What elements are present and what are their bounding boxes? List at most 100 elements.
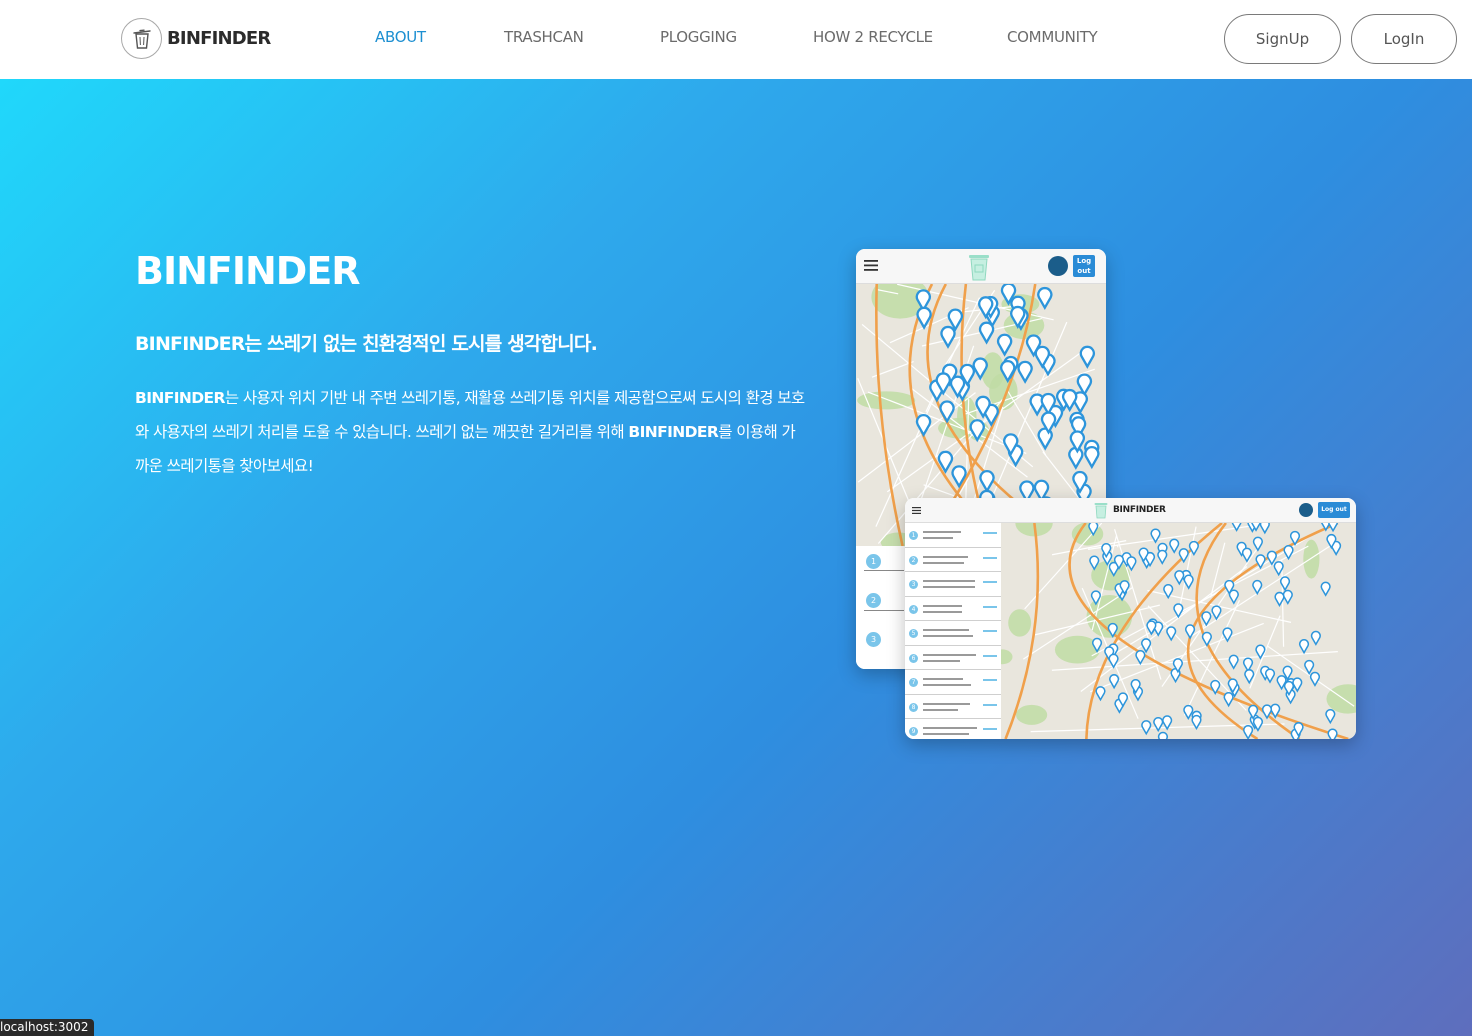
desc-brand-2: BINFINDER: [628, 423, 719, 441]
hero-subtitle-brand: BINFINDER: [135, 333, 245, 355]
map-park-area: [1303, 539, 1320, 579]
list-distance: [983, 728, 997, 730]
map-pin-icon: [1169, 538, 1180, 554]
trash-bin-logo-icon: [969, 255, 989, 281]
nav-trashcan[interactable]: TRASHCAN: [504, 28, 584, 46]
logo[interactable]: BINFINDER: [121, 18, 271, 59]
nav-how2recycle[interactable]: HOW 2 RECYCLE: [813, 28, 933, 46]
list-text-line: [923, 586, 975, 588]
hero-title: BINFINDER: [135, 249, 361, 293]
desktop-list-num: 3: [909, 580, 918, 589]
map-pin-icon: [1325, 709, 1336, 725]
map-pin-icon: [1282, 589, 1293, 605]
list-distance: [983, 679, 997, 681]
map-pin-icon: [1037, 286, 1053, 311]
mobile-list-num-2: 2: [866, 593, 881, 608]
desktop-result-list: 1 2 3 4 5 6 7 8 9: [905, 523, 1001, 739]
login-button[interactable]: LogIn: [1351, 14, 1457, 64]
desktop-app-bar: BINFINDER Log out: [905, 498, 1356, 523]
list-distance: [983, 630, 997, 632]
desktop-list-num: 2: [909, 555, 918, 565]
map-park-area: [1008, 609, 1032, 637]
map-pin-icon: [1228, 654, 1239, 670]
map-pin-icon: [1228, 589, 1239, 605]
list-text-line: [923, 659, 960, 662]
map-pin-icon: [1157, 731, 1168, 739]
map-minor-road: [1110, 526, 1326, 657]
map-pin-icon: [1173, 603, 1184, 619]
map-pin-icon: [916, 306, 932, 330]
map-pin-icon: [1135, 650, 1146, 666]
list-text-line: [923, 555, 968, 558]
status-url-tooltip: localhost:3002: [0, 1019, 95, 1036]
desktop-list-item: 6: [905, 646, 1001, 670]
list-distance: [983, 532, 997, 534]
map-pin-icon: [1283, 545, 1294, 561]
map-pin-icon: [1095, 686, 1106, 702]
list-distance: [983, 605, 997, 608]
map-pin-icon: [1244, 669, 1255, 685]
map-pin-icon: [1109, 674, 1120, 690]
desktop-map: [1001, 523, 1356, 739]
map-park-area: [1001, 649, 1013, 665]
desktop-list-item: 8: [905, 695, 1001, 719]
desktop-list-item: 1: [905, 523, 1001, 548]
map-pin-icon: [1243, 725, 1254, 739]
map-pin-icon: [1304, 659, 1315, 675]
desktop-list-item: 9: [905, 719, 1001, 739]
map-pin-icon: [1320, 581, 1331, 597]
map-pin-icon: [1255, 554, 1266, 570]
desktop-list-num: 9: [909, 727, 918, 736]
desktop-list-num: 8: [909, 702, 918, 712]
map-pin-icon: [1310, 630, 1321, 646]
nav-community[interactable]: COMMUNITY: [1007, 28, 1098, 46]
map-major-road: [875, 284, 904, 546]
user-avatar-icon: [1299, 503, 1313, 517]
desktop-logout-button: Log out: [1318, 502, 1350, 518]
list-text-line: [923, 678, 963, 680]
map-pin-icon: [1292, 677, 1303, 693]
user-avatar-icon: [1048, 256, 1068, 276]
desktop-app-screenshot: BINFINDER Log out 1 2 3 4 5 6 7 8 9: [905, 498, 1356, 739]
mobile-logout-button: Log out: [1073, 255, 1095, 277]
top-nav-bar: BINFINDER ABOUT TRASHCAN PLOGGING HOW 2 …: [0, 0, 1472, 79]
map-pin-icon: [1252, 536, 1263, 552]
desktop-list-item: 2: [905, 548, 1001, 572]
map-minor-road: [1281, 559, 1285, 647]
mobile-app-bar: Log out: [856, 249, 1106, 284]
map-pin-icon: [978, 321, 995, 345]
map-pin-icon: [1141, 720, 1152, 736]
map-pin-icon: [1183, 574, 1194, 590]
map-pin-icon: [1266, 550, 1277, 566]
list-distance: [983, 581, 997, 583]
hero-subtitle: BINFINDER는 쓰레기 없는 친환경적인 도시를 생각합니다.: [135, 329, 598, 356]
map-pin-icon: [1157, 549, 1168, 565]
map-pin-icon: [1231, 523, 1242, 532]
nav-plogging[interactable]: PLOGGING: [660, 28, 737, 46]
map-pin-icon: [1153, 717, 1164, 733]
hero-section: BINFINDER BINFINDER는 쓰레기 없는 친환경적인 도시를 생각…: [0, 79, 1472, 1036]
list-distance: [983, 654, 997, 657]
map-pin-icon: [1328, 523, 1338, 533]
map-pin-icon: [1183, 704, 1194, 721]
desktop-list-num: 5: [909, 629, 918, 638]
hamburger-menu-icon: [864, 260, 878, 271]
map-pin-icon: [1327, 728, 1338, 739]
map-pin-icon: [1309, 671, 1320, 687]
map-pin-icon: [1084, 446, 1100, 470]
list-text-line: [923, 653, 976, 656]
hamburger-menu-icon: [912, 507, 921, 514]
map-pin-icon: [1017, 360, 1033, 384]
nav-about[interactable]: ABOUT: [375, 28, 426, 46]
map-pin-icon: [1264, 668, 1276, 684]
logo-text: BINFINDER: [167, 28, 271, 49]
hero-subtitle-text: 는 쓰레기 없는 친환경적인 도시를 생각합니다.: [244, 333, 598, 355]
list-text-line: [923, 537, 953, 539]
map-pin-icon: [1243, 657, 1254, 673]
map-pin-icon: [1185, 624, 1196, 640]
desktop-list-num: 6: [909, 653, 918, 663]
map-pin-icon: [1141, 638, 1152, 654]
list-distance: [983, 556, 997, 559]
signup-button[interactable]: SignUp: [1224, 14, 1341, 64]
desktop-list-item: 3: [905, 572, 1001, 597]
